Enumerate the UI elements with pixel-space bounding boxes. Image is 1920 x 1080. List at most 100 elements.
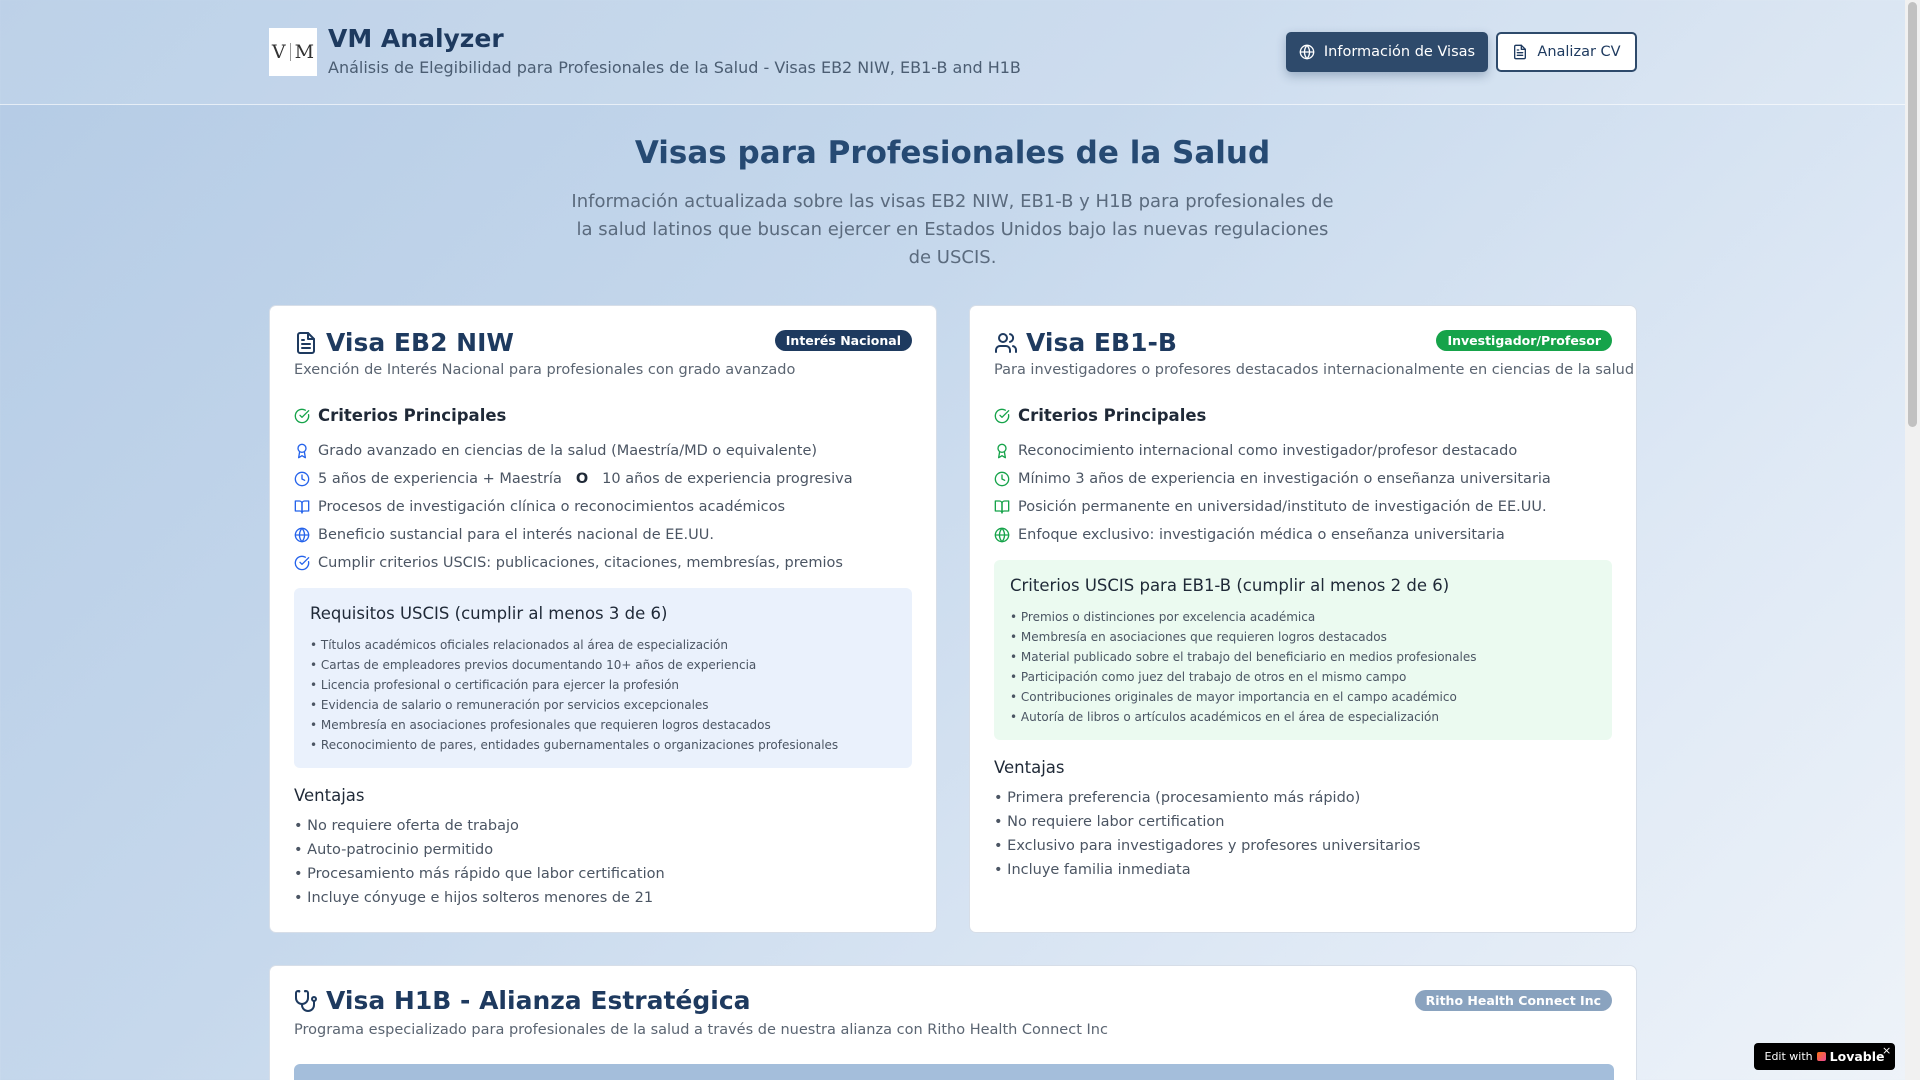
stethoscope-icon	[295, 989, 317, 1012]
app-title: VM Analyzer	[328, 24, 504, 53]
criterion-separator: O	[575, 471, 589, 487]
check-circle-icon	[994, 408, 1010, 423]
scrollbar-thumb[interactable]	[1908, 2, 1917, 427]
criterion-text: Mínimo 3 años de experiencia en investig…	[1018, 471, 1551, 487]
criterion-text: Posición permanente en universidad/insti…	[1018, 499, 1547, 515]
analyze-cv-button[interactable]: Analizar CV	[1496, 32, 1637, 72]
list-item: Enfoque exclusivo: investigación médica …	[994, 521, 1551, 549]
check-circle-icon	[294, 555, 310, 571]
edit-with-lovable-badge[interactable]: Edit with Lovable	[1754, 1043, 1895, 1070]
visa-info-button[interactable]: Información de Visas	[1286, 32, 1488, 72]
lovable-prefix: Edit with	[1764, 1050, 1813, 1063]
eb1-criteria-list: Reconocimiento internacional como invest…	[994, 437, 1551, 549]
eb1-requirements-list: • Premios o distinciones por excelencia …	[1010, 607, 1596, 727]
list-item: • Material publicado sobre el trabajo de…	[1010, 650, 1477, 664]
list-item: • Autoría de libros o artículos académic…	[1010, 710, 1439, 724]
clock-icon	[994, 471, 1010, 487]
list-item: Procesos de investigación clínica o reco…	[294, 493, 853, 521]
list-item: Reconocimiento internacional como invest…	[994, 437, 1551, 465]
lovable-heart-icon	[1816, 1052, 1826, 1061]
analyze-cv-button-label: Analizar CV	[1537, 44, 1621, 60]
list-item: • Evidencia de salario o remuneración po…	[310, 698, 709, 712]
list-item: • Primera preferencia (procesamiento más…	[994, 790, 1361, 806]
list-item: • Membresía en asociaciones profesionale…	[310, 718, 771, 732]
list-item: 5 años de experiencia + Maestría O 10 añ…	[294, 465, 853, 493]
visa-info-button-label: Información de Visas	[1323, 44, 1476, 60]
eb2-criteria-heading-text: Criterios Principales	[318, 406, 507, 425]
eb1-title-text: Visa EB1-B	[1026, 328, 1177, 357]
award-icon	[997, 443, 1007, 459]
check-circle-icon	[294, 408, 310, 423]
eb2-requirements-box: Requisitos USCIS (cumplir al menos 3 de …	[294, 588, 912, 768]
criterion-text: Procesos de investigación clínica o reco…	[318, 499, 786, 515]
app-subtitle: Análisis de Elegibilidad para Profesiona…	[328, 58, 1021, 77]
file-text-icon	[297, 331, 315, 354]
list-item: • Reconocimiento de pares, entidades gub…	[310, 738, 839, 752]
page-title: Visas para Profesionales de la Salud	[634, 135, 1271, 171]
globe-icon	[1299, 44, 1315, 60]
list-item: • Contribuciones originales de mayor imp…	[1010, 690, 1457, 704]
page-description: Información actualizada sobre las visas …	[571, 191, 1334, 268]
list-item: • Incluye familia inmediata	[994, 862, 1191, 878]
eb1-description: Para investigadores o profesores destaca…	[994, 362, 1635, 378]
list-item: Mínimo 3 años de experiencia en investig…	[994, 465, 1551, 493]
logo-divider	[289, 43, 291, 61]
eb1-criteria-heading: Criterios Principales	[994, 406, 1206, 425]
eb2-advantages-title: Ventajas	[294, 786, 365, 805]
close-icon[interactable]: ×	[1882, 1044, 1891, 1057]
eb1-b-card: Visa EB1-B Investigador/Profesor Para in…	[969, 305, 1637, 933]
list-item: Grado avanzado en ciencias de la salud (…	[294, 437, 853, 465]
app-logo: V M	[269, 28, 317, 76]
eb1-requirements-box: Criterios USCIS para EB1-B (cumplir al m…	[994, 560, 1612, 740]
eb2-advantages-list: • No requiere oferta de trabajo • Auto-p…	[294, 814, 665, 910]
list-item: • Membresía en asociaciones que requiere…	[1010, 630, 1387, 644]
criterion-text: 5 años de experiencia + Maestría	[318, 471, 562, 487]
h1b-card-title: Visa H1B - Alianza Estratégica	[294, 986, 751, 1015]
eb2-niw-card: Visa EB2 NIW Interés Nacional Exención d…	[269, 305, 937, 933]
eb2-criteria-heading: Criterios Principales	[294, 406, 506, 425]
eb1-requirements-title: Criterios USCIS para EB1-B (cumplir al m…	[1010, 576, 1450, 595]
list-item: • Premios o distinciones por excelencia …	[1010, 610, 1316, 624]
eb2-requirements-title: Requisitos USCIS (cumplir al menos 3 de …	[310, 604, 668, 623]
list-item: • Auto-patrocinio permitido	[294, 842, 494, 858]
criterion-text: Beneficio sustancial para el interés nac…	[318, 527, 714, 543]
eb2-description: Exención de Interés Nacional para profes…	[294, 362, 796, 378]
eb2-criteria-list: Grado avanzado en ciencias de la salud (…	[294, 437, 853, 577]
eb2-card-title: Visa EB2 NIW	[294, 328, 514, 357]
clock-icon	[294, 471, 310, 487]
file-text-icon	[1514, 44, 1527, 60]
criterion-text: Reconocimiento internacional como invest…	[1018, 443, 1518, 459]
list-item: Beneficio sustancial para el interés nac…	[294, 521, 853, 549]
list-item: Posición permanente en universidad/insti…	[994, 493, 1551, 521]
list-item: • Licencia profesional o certificación p…	[310, 678, 680, 692]
criterion-text: Enfoque exclusivo: investigación médica …	[1018, 527, 1505, 543]
list-item: • Títulos académicos oficiales relaciona…	[310, 638, 728, 652]
list-item: • No requiere labor certification	[994, 814, 1225, 830]
eb1-badge: Investigador/Profesor	[1436, 330, 1612, 351]
list-item: • Cartas de empleadores previos document…	[310, 658, 757, 672]
book-open-icon	[994, 500, 1010, 514]
criterion-text: Grado avanzado en ciencias de la salud (…	[318, 443, 818, 459]
eb1-advantages-title: Ventajas	[994, 758, 1065, 777]
book-open-icon	[294, 500, 310, 514]
eb2-title-text: Visa EB2 NIW	[326, 328, 514, 357]
globe-icon	[994, 527, 1010, 543]
h1b-section-banner	[294, 1064, 1614, 1080]
list-item: • Participación como juez del trabajo de…	[1010, 670, 1407, 684]
h1b-title-text: Visa H1B - Alianza Estratégica	[326, 986, 751, 1015]
list-item: • Incluye cónyuge e hijos solteros menor…	[294, 890, 654, 906]
lovable-brand: Lovable	[1829, 1049, 1885, 1064]
h1b-badge: Ritho Health Connect Inc	[1414, 990, 1612, 1011]
eb1-criteria-heading-text: Criterios Principales	[1018, 406, 1207, 425]
page-scrollbar[interactable]	[1905, 0, 1920, 1080]
eb1-advantages-list: • Primera preferencia (procesamiento más…	[994, 786, 1420, 882]
logo-letter-right: M	[294, 41, 315, 63]
logo-letter-left: V	[271, 41, 286, 63]
h1b-card: Visa H1B - Alianza Estratégica Ritho Hea…	[269, 965, 1637, 1080]
eb2-requirements-list: • Títulos académicos oficiales relaciona…	[310, 635, 896, 755]
users-icon	[995, 332, 1018, 353]
globe-icon	[294, 527, 310, 543]
list-item: • Exclusivo para investigadores y profes…	[994, 838, 1421, 854]
criterion-alt-text: 10 años de experiencia progresiva	[602, 471, 853, 487]
criterion-text: Cumplir criterios USCIS: publicaciones, …	[318, 555, 843, 571]
